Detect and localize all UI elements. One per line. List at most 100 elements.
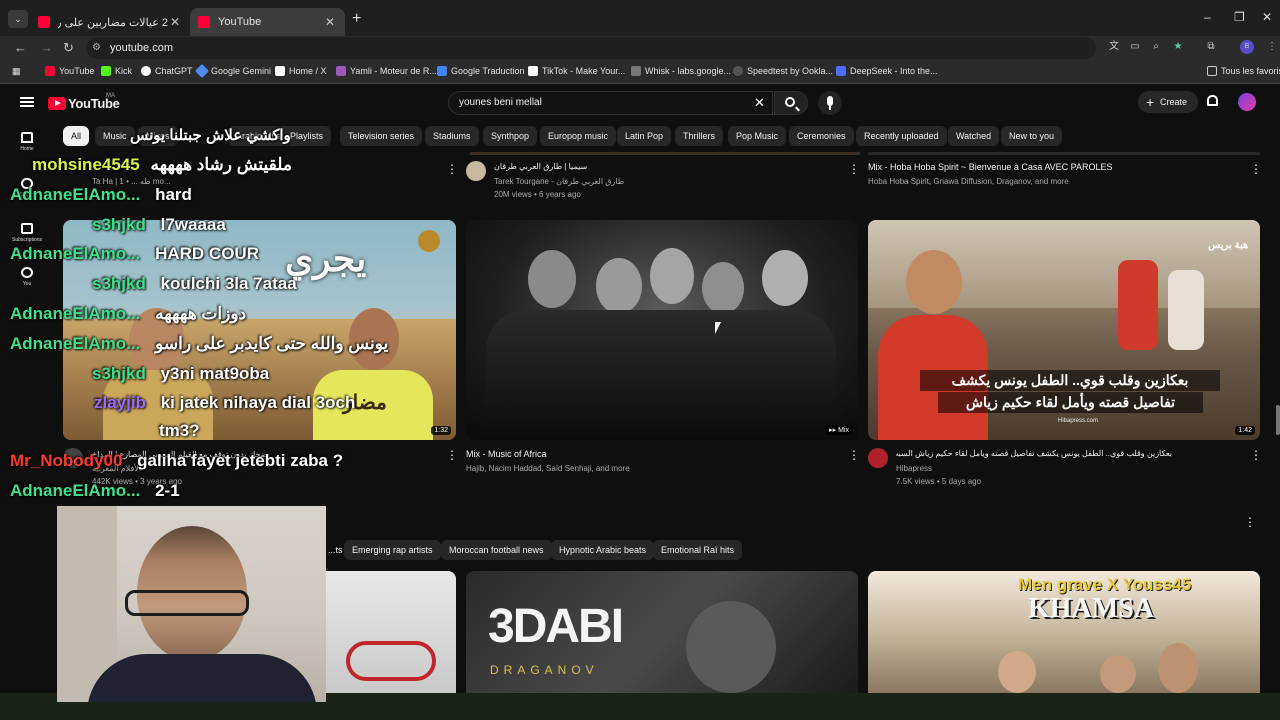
account-avatar[interactable] bbox=[1238, 93, 1256, 111]
notifications-bell-icon[interactable] bbox=[1207, 95, 1218, 106]
chip-latin-pop[interactable]: Latin Pop bbox=[617, 126, 672, 146]
chip-thrillers[interactable]: Thrillers bbox=[675, 126, 724, 146]
bookmark-chatgpt[interactable]: ChatGPT bbox=[141, 66, 193, 76]
more-options-icon[interactable]: ⋮ bbox=[446, 449, 458, 461]
video-title[interactable]: Mix - Hoba Hoba Spirit ~ Bienvenue à Cas… bbox=[868, 162, 1113, 172]
channel-avatar[interactable] bbox=[868, 448, 888, 468]
site-info-icon[interactable]: ⚙ bbox=[92, 37, 101, 59]
chip-music[interactable]: Music bbox=[95, 126, 135, 146]
chip-hypnotic-arabic[interactable]: Hypnotic Arabic beats bbox=[551, 540, 655, 560]
chip-emerging-rap[interactable]: Emerging rap artists bbox=[344, 540, 441, 560]
bookmark-kick[interactable]: Kick bbox=[101, 66, 132, 76]
video-thumbnail[interactable]: هبة بريس بعكازين وقلب قوي.. الطفل يونس ي… bbox=[868, 220, 1260, 440]
chat-text: y3ni mat9oba bbox=[160, 364, 270, 383]
close-tab-icon[interactable]: ✕ bbox=[168, 15, 182, 29]
bookmark-youtube[interactable]: YouTube bbox=[45, 66, 94, 76]
clear-search-icon[interactable]: ✕ bbox=[754, 95, 765, 111]
chip-emotional-rai[interactable]: Emotional Raï hits bbox=[653, 540, 743, 560]
bookmark-google-translate[interactable]: Google Traduction bbox=[437, 66, 525, 76]
cast-icon[interactable]: ▭ bbox=[1129, 41, 1141, 53]
chat-message: Mr_Nobody00 galiha fayet jetebti zaba ? bbox=[10, 451, 343, 471]
video-thumbnail[interactable]: ▸▸ Mix bbox=[466, 220, 858, 440]
chip-stadiums[interactable]: Stadiums bbox=[425, 126, 479, 146]
bookmark-deepseek[interactable]: DeepSeek - Into the... bbox=[836, 66, 938, 76]
video-thumbnail[interactable]: Men grave X Youss45 KHAMSA bbox=[868, 571, 1260, 693]
apps-icon[interactable]: ▦ bbox=[12, 66, 21, 77]
minimize-icon[interactable]: – bbox=[1204, 10, 1211, 24]
voice-search-icon[interactable] bbox=[818, 91, 842, 115]
chip-recently-uploaded[interactable]: Recently uploaded bbox=[856, 126, 947, 146]
bookmark-yamli[interactable]: Yamli - Moteur de R... bbox=[336, 66, 437, 76]
create-button[interactable]: + Create bbox=[1138, 91, 1198, 113]
forward-icon[interactable]: → bbox=[40, 40, 53, 55]
restore-icon[interactable]: ❐ bbox=[1234, 10, 1245, 24]
bookmark-tiktok[interactable]: TikTok - Make Your... bbox=[528, 66, 625, 76]
bookmark-star-icon[interactable]: ★ bbox=[1172, 41, 1184, 53]
menu-kebab-icon[interactable]: ⋮ bbox=[1266, 41, 1278, 53]
url-field[interactable]: ⚙ youtube.com bbox=[86, 37, 1096, 59]
chat-text: koulchi 3la 7ataa bbox=[160, 274, 297, 293]
hamburger-menu-icon[interactable] bbox=[20, 97, 34, 107]
search-button[interactable] bbox=[774, 91, 808, 115]
back-icon[interactable]: ← bbox=[14, 40, 27, 55]
channel-avatar[interactable] bbox=[466, 161, 486, 181]
search-input[interactable]: younes beni mellal bbox=[448, 91, 773, 115]
chip-television-series[interactable]: Television series bbox=[340, 126, 423, 146]
rail-you[interactable]: You bbox=[0, 267, 54, 287]
youtube-icon bbox=[45, 66, 55, 76]
rail-subscriptions[interactable]: Subscriptions bbox=[0, 223, 54, 243]
new-tab-button[interactable]: + bbox=[352, 10, 361, 28]
translate-icon[interactable]: 文 bbox=[1108, 41, 1120, 53]
chat-text: 2-1 bbox=[155, 481, 180, 500]
thumbnail-person bbox=[528, 250, 576, 308]
address-bar-row: ← → ↻ ⚙ youtube.com 文 ▭ ⌕ ★ ⧉ B ⋮ bbox=[0, 36, 1280, 60]
chat-text: tm3? bbox=[159, 421, 200, 440]
video-title[interactable]: Mix - Music of Africa bbox=[466, 449, 547, 459]
more-options-icon[interactable]: ⋮ bbox=[848, 163, 860, 175]
chip-moroccan-football[interactable]: Moroccan football news bbox=[441, 540, 552, 560]
youtube-logo[interactable]: YouTube MA bbox=[48, 93, 120, 111]
chip-watched[interactable]: Watched bbox=[948, 126, 1000, 146]
chip-pop-music[interactable]: Pop Music bbox=[728, 126, 787, 146]
browser-tab-2[interactable]: YouTube ✕ bbox=[190, 8, 345, 36]
bookmark-whisk[interactable]: Whisk - labs.google... bbox=[631, 66, 731, 76]
channel-name[interactable]: Tarek Tourgane - طارق العربي طرقان bbox=[494, 177, 624, 186]
more-options-icon[interactable]: ⋮ bbox=[848, 449, 860, 461]
more-options-icon[interactable]: ⋮ bbox=[446, 163, 458, 175]
duration-badge: 1:32 bbox=[431, 426, 451, 435]
close-tab-icon[interactable]: ✕ bbox=[323, 15, 337, 29]
chip-synthpop[interactable]: Synthpop bbox=[483, 126, 538, 146]
browser-tab-1[interactable]: 2 عيالات مضاربين على راجل مزو ✕ bbox=[30, 8, 190, 36]
chat-username: AdnaneElAmo... bbox=[10, 481, 141, 500]
chat-username: Mr_Nobody00 bbox=[10, 451, 123, 470]
close-window-icon[interactable]: ✕ bbox=[1262, 10, 1272, 24]
speedtest-icon bbox=[733, 66, 743, 76]
more-options-icon[interactable]: ⋮ bbox=[1250, 449, 1262, 461]
video-thumbnail[interactable]: 3DABI DRAGANOV bbox=[466, 571, 858, 693]
extensions-icon[interactable]: ⧉ bbox=[1205, 41, 1217, 53]
channel-name[interactable]: Hibapress bbox=[896, 464, 932, 473]
chip-ceremonies[interactable]: Ceremonies bbox=[789, 126, 854, 146]
chip-new-to-you[interactable]: New to you bbox=[1001, 126, 1063, 146]
bookmark-speedtest[interactable]: Speedtest by Ookla... bbox=[733, 66, 833, 76]
bookmark-gemini[interactable]: Google Gemini bbox=[194, 63, 271, 79]
tab-list-button[interactable]: ⌄ bbox=[8, 10, 28, 28]
more-options-icon[interactable]: ⋮ bbox=[1244, 516, 1256, 528]
chip-europop[interactable]: Europop music bbox=[540, 126, 617, 146]
video-title[interactable]: سيميا | طارق العربي طرقان bbox=[494, 162, 587, 171]
bookmarks-bar: ▦ YouTube Kick ChatGPT Google Gemini Hom… bbox=[0, 60, 1280, 84]
chip-all[interactable]: All bbox=[63, 126, 90, 146]
folder-icon bbox=[1207, 66, 1217, 76]
profile-icon[interactable]: B bbox=[1240, 40, 1254, 54]
video-title[interactable]: بعكازين وقلب قوي.. الطفل يونس يكشف تفاصي… bbox=[896, 449, 1172, 458]
reload-icon[interactable]: ↻ bbox=[63, 40, 74, 56]
zoom-icon[interactable]: ⌕ bbox=[1150, 41, 1162, 53]
more-options-icon[interactable]: ⋮ bbox=[1250, 163, 1262, 175]
video-thumbnail[interactable] bbox=[326, 571, 456, 693]
rail-home[interactable]: Home bbox=[0, 132, 54, 152]
bookmark-x[interactable]: Home / X bbox=[275, 66, 327, 76]
all-bookmarks-folder[interactable]: Tous les favoris bbox=[1207, 66, 1280, 76]
scrollbar[interactable] bbox=[1276, 405, 1280, 435]
thumbnail-edge bbox=[470, 152, 860, 155]
playlist-icon: ▸▸ bbox=[829, 427, 839, 434]
